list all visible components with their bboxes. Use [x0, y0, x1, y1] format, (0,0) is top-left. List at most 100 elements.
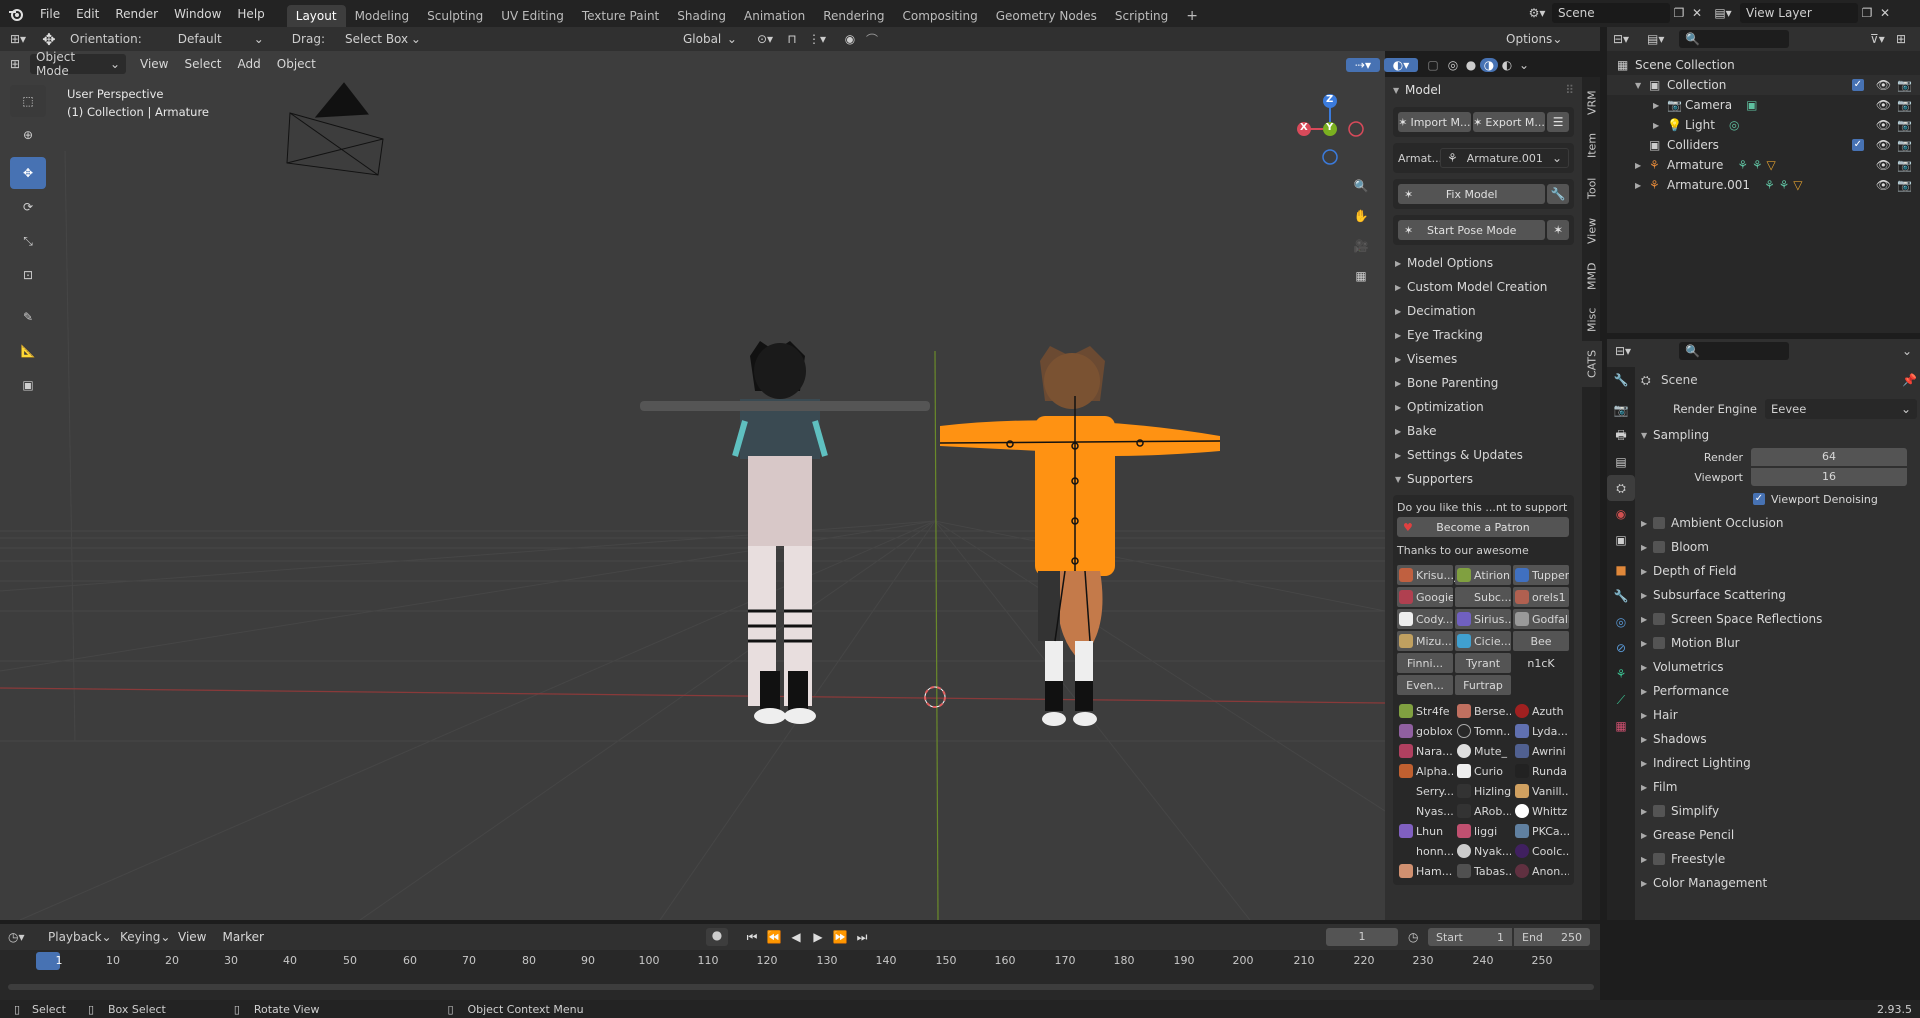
section-supporters[interactable]: ▼ Supporters: [1385, 467, 1582, 491]
tab-compositing[interactable]: Compositing: [893, 5, 986, 27]
editor-type-icon[interactable]: ⊞: [0, 57, 30, 71]
rendered-shading-icon[interactable]: ◐: [1498, 58, 1516, 72]
section-shadows[interactable]: ▶ Shadows: [1641, 727, 1917, 751]
delete-view-layer-icon[interactable]: ✕: [1876, 6, 1894, 20]
supporter-button[interactable]: orels1: [1513, 587, 1569, 607]
sidebar-tab-item[interactable]: Item: [1582, 123, 1602, 167]
solid-shading-icon[interactable]: ●: [1462, 58, 1480, 72]
wrench-icon[interactable]: 🔧: [1547, 184, 1569, 204]
section-custom-model-creation[interactable]: ▶ Custom Model Creation: [1385, 275, 1582, 299]
exclude-checkbox[interactable]: ✓: [1851, 79, 1864, 91]
section-sampling[interactable]: ▼ Sampling: [1641, 423, 1917, 447]
eye-icon[interactable]: 👁: [1876, 178, 1891, 192]
eye-icon[interactable]: 👁: [1876, 118, 1891, 132]
mode-dropdown[interactable]: Object Mode ⌄: [30, 51, 126, 78]
rotate-tool-icon[interactable]: ⟳: [10, 191, 46, 223]
section-grease-pencil[interactable]: ▶ Grease Pencil: [1641, 823, 1917, 847]
section-enable-checkbox[interactable]: [1653, 805, 1665, 817]
section-eye-tracking[interactable]: ▶ Eye Tracking: [1385, 323, 1582, 347]
section-ambient-occlusion[interactable]: ▶ Ambient Occlusion: [1641, 511, 1917, 535]
tab-modeling[interactable]: Modeling: [346, 5, 419, 27]
scene-selector[interactable]: Scene: [1552, 3, 1670, 23]
armature-dropdown[interactable]: ⚘ Armature.001 ⌄: [1440, 148, 1569, 168]
annotate-tool-icon[interactable]: ✎: [10, 301, 46, 333]
outliner-scene-collection[interactable]: ▦ Scene Collection: [1607, 55, 1920, 75]
pivot-point-icon[interactable]: ⊙▾: [749, 32, 781, 46]
pin-icon[interactable]: 📌: [1902, 373, 1917, 387]
section-film[interactable]: ▶ Film: [1641, 775, 1917, 799]
section-indirect-lighting[interactable]: ▶ Indirect Lighting: [1641, 751, 1917, 775]
texture-tab-icon[interactable]: ▦: [1607, 713, 1635, 739]
supporter-button[interactable]: Mizu...: [1397, 631, 1453, 651]
outliner-editor-icon[interactable]: ⊟▾: [1613, 32, 1647, 46]
supporter-button[interactable]: Tyrant: [1455, 653, 1511, 673]
view-layer-selector[interactable]: View Layer: [1740, 3, 1858, 23]
outliner-row-light[interactable]: ▶ 💡 Light ◎ 👁 📷: [1607, 115, 1920, 135]
viewport-menu-object[interactable]: Object: [269, 51, 324, 77]
become-patron-button[interactable]: ♥ Become a Patron: [1397, 517, 1569, 537]
scene-tab-icon[interactable]: ⛭: [1607, 475, 1635, 501]
perspective-grid-icon[interactable]: ▦: [1348, 261, 1374, 291]
supporter-button[interactable]: Cody...: [1397, 609, 1453, 629]
camera-view-icon[interactable]: 🎥: [1348, 231, 1374, 261]
tab-rendering[interactable]: Rendering: [814, 5, 893, 27]
section-motion-blur[interactable]: ▶ Motion Blur: [1641, 631, 1917, 655]
menu-file[interactable]: File: [32, 0, 68, 27]
jump-keyframe-back-icon[interactable]: ⏪: [764, 930, 784, 944]
scene-browse-icon[interactable]: ⚙▾: [1522, 6, 1552, 20]
measure-tool-icon[interactable]: 📐: [10, 335, 46, 367]
camera-render-icon[interactable]: 📷: [1897, 98, 1912, 112]
viewport-denoising-checkbox[interactable]: ✓: [1753, 493, 1765, 505]
object-data-tab-icon[interactable]: ⚘: [1607, 661, 1635, 687]
section-freestyle[interactable]: ▶ Freestyle: [1641, 847, 1917, 871]
pose-options-icon[interactable]: ✶: [1547, 220, 1569, 240]
new-collection-icon[interactable]: ⊞: [1896, 32, 1914, 46]
outliner-row-colliders[interactable]: ▣ Colliders ✓ 👁 📷: [1607, 135, 1920, 155]
supporter-button[interactable]: Krisu...: [1397, 565, 1453, 585]
jump-keyframe-forward-icon[interactable]: ⏩: [830, 930, 850, 944]
jump-end-icon[interactable]: ⏭: [852, 930, 872, 945]
add-workspace-icon[interactable]: +: [1177, 5, 1207, 27]
section-enable-checkbox[interactable]: [1653, 637, 1665, 649]
view-layer-icon[interactable]: ▤▾: [1706, 6, 1740, 20]
render-engine-dropdown[interactable]: Eevee ⌄: [1765, 399, 1917, 419]
proportional-edit-icon[interactable]: ◉: [839, 32, 861, 46]
cursor-tool-icon[interactable]: ⊕: [10, 119, 46, 151]
camera-render-icon[interactable]: 📷: [1897, 178, 1912, 192]
import-model-button[interactable]: ✶ Import M...: [1398, 112, 1471, 132]
clock-icon[interactable]: ◷: [1408, 930, 1418, 944]
overlay-toggle-icon[interactable]: ◐▾: [1384, 58, 1418, 72]
supporter-button[interactable]: Bee: [1513, 631, 1569, 651]
render-samples-field[interactable]: 64: [1751, 448, 1907, 466]
supporter-button[interactable]: Cicie...: [1455, 631, 1511, 651]
camera-render-icon[interactable]: 📷: [1897, 138, 1912, 152]
drag-handle-icon[interactable]: ⠿: [1565, 83, 1574, 97]
select-box-tool-icon[interactable]: ⬚: [10, 85, 46, 117]
exclude-checkbox[interactable]: ✓: [1851, 139, 1864, 151]
tab-animation[interactable]: Animation: [735, 5, 814, 27]
section-settings-updates[interactable]: ▶ Settings & Updates: [1385, 443, 1582, 467]
supporter-button[interactable]: Subc...: [1455, 587, 1511, 607]
camera-render-icon[interactable]: 📷: [1897, 158, 1912, 172]
menu-render[interactable]: Render: [107, 0, 166, 27]
supporter-button[interactable]: Finni...: [1397, 653, 1453, 673]
shading-options-icon[interactable]: ⌄: [1516, 58, 1532, 72]
sidebar-tab-misc[interactable]: Misc: [1582, 299, 1602, 341]
collection-tab-icon[interactable]: ▣: [1607, 527, 1635, 553]
zoom-icon[interactable]: 🔍: [1348, 171, 1374, 201]
sidebar-tab-cats[interactable]: CATS: [1582, 341, 1602, 387]
model-panel-header[interactable]: ▼ Model ⠿: [1385, 77, 1582, 103]
navigation-gizmo[interactable]: Z X Y: [1290, 89, 1370, 169]
viewport-menu-add[interactable]: Add: [230, 51, 269, 77]
gizmo-toggle-icon[interactable]: ⇢▾: [1346, 58, 1380, 72]
outliner-search-input[interactable]: 🔍: [1679, 30, 1789, 48]
section-enable-checkbox[interactable]: [1653, 613, 1665, 625]
render-tab-icon[interactable]: 📷: [1607, 397, 1635, 423]
viewport-menu-select[interactable]: Select: [176, 51, 229, 77]
jump-start-icon[interactable]: ⏮: [742, 930, 762, 945]
camera-render-icon[interactable]: 📷: [1897, 118, 1912, 132]
section-model-options[interactable]: ▶ Model Options: [1385, 251, 1582, 275]
modifier-tab-icon[interactable]: 🔧: [1607, 583, 1635, 609]
pan-hand-icon[interactable]: ✋: [1348, 201, 1374, 231]
supporter-button[interactable]: Atirion: [1455, 565, 1511, 585]
